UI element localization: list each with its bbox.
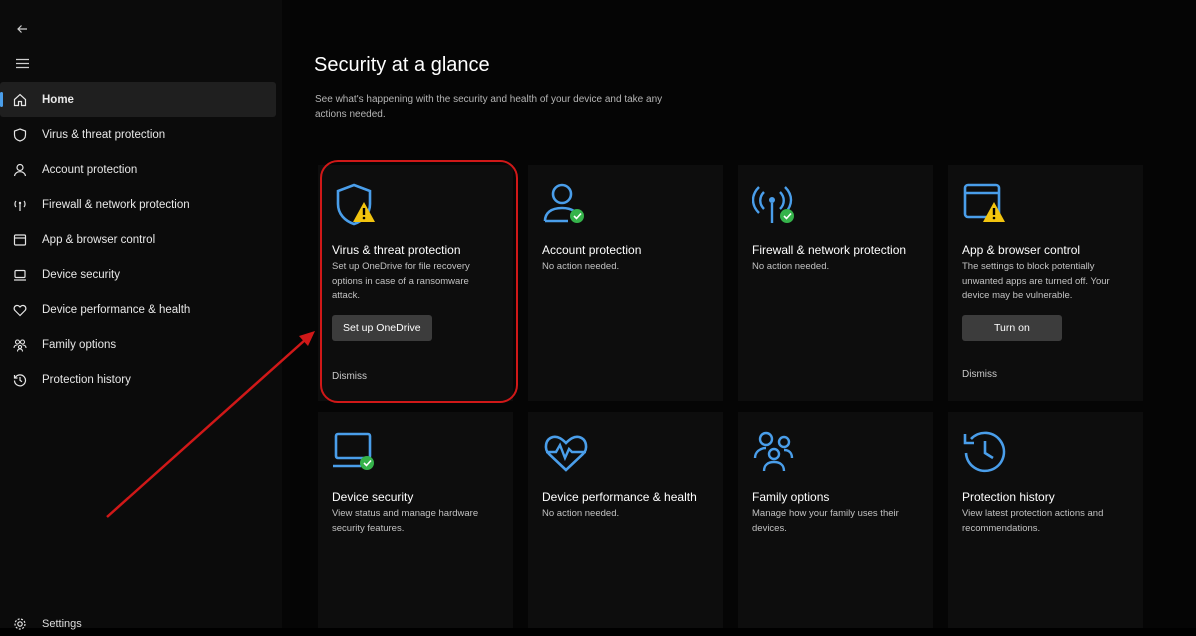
card-title: Device performance & health xyxy=(542,490,697,504)
settings-label: Settings xyxy=(42,618,82,630)
back-button[interactable] xyxy=(10,18,34,40)
card-title: Device security xyxy=(332,490,414,504)
sidebar-item-family-options[interactable]: Family options xyxy=(0,327,276,362)
card-description: The settings to block potentially unwant… xyxy=(962,261,1110,301)
card-family-options[interactable]: Family options Manage how your family us… xyxy=(738,412,933,628)
dismiss-link[interactable]: Dismiss xyxy=(962,369,1129,380)
card-description: View status and manage hardware security… xyxy=(332,508,479,534)
sidebar-item-label: Virus & threat protection xyxy=(42,128,166,141)
card-icon xyxy=(542,181,590,229)
heart-icon xyxy=(544,435,588,472)
card-icon xyxy=(332,428,380,476)
sidebar-item-label: Protection history xyxy=(42,373,131,386)
sidebar-item-label: Account protection xyxy=(42,163,138,176)
card-account-protection[interactable]: Account protection No action needed. xyxy=(528,165,723,401)
family-icon xyxy=(753,431,794,472)
home-icon xyxy=(12,92,28,108)
sidebar-item-label: Family options xyxy=(42,338,117,351)
card-description: Set up OneDrive for file recovery option… xyxy=(332,261,470,301)
turn-on-button[interactable]: Turn on xyxy=(962,314,1062,341)
dismiss-link[interactable]: Dismiss xyxy=(332,371,499,382)
sidebar-item-app-browser-control[interactable]: App & browser control xyxy=(0,222,276,257)
card-protection-history[interactable]: Protection history View latest protectio… xyxy=(948,412,1143,628)
sidebar: Home Virus & threat protection Account p… xyxy=(0,0,282,630)
warning-icon xyxy=(353,202,375,222)
card-virus-threat-protection[interactable]: Virus & threat protection Set up OneDriv… xyxy=(318,165,513,401)
sidebar-item-device-performance-health[interactable]: Device performance & health xyxy=(0,292,276,327)
sidebar-item-firewall-network-protection[interactable]: Firewall & network protection xyxy=(0,187,276,222)
warning-icon xyxy=(983,202,1005,222)
history-icon xyxy=(963,431,1006,473)
family-icon xyxy=(12,337,28,353)
gear-icon xyxy=(12,616,28,632)
card-app-browser-control[interactable]: App & browser control The settings to bl… xyxy=(948,165,1143,401)
check-badge-icon xyxy=(360,456,374,470)
card-icon xyxy=(751,181,800,229)
sidebar-item-device-security[interactable]: Device security xyxy=(0,257,276,292)
page-title: Security at a glance xyxy=(314,54,490,76)
history-icon xyxy=(12,372,28,388)
sidebar-item-label: Firewall & network protection xyxy=(42,198,190,211)
card-icon xyxy=(752,428,800,476)
card-description: No action needed. xyxy=(542,508,620,519)
card-description: No action needed. xyxy=(752,261,830,272)
page-subtitle: See what's happening with the security a… xyxy=(315,94,663,120)
sidebar-item-home[interactable]: Home xyxy=(0,82,276,117)
card-icon xyxy=(332,181,380,229)
card-title: Family options xyxy=(752,490,830,504)
back-arrow-icon xyxy=(17,25,27,33)
card-description: View latest protection actions and recom… xyxy=(962,508,1104,534)
browser-window-icon xyxy=(12,232,28,248)
card-icon xyxy=(962,181,1010,229)
menu-button[interactable] xyxy=(10,52,34,74)
card-icon xyxy=(542,428,590,476)
sidebar-item-label: App & browser control xyxy=(42,233,156,246)
person-icon xyxy=(543,183,575,223)
sidebar-nav: Home Virus & threat protection Account p… xyxy=(0,82,276,397)
sidebar-item-label: Device performance & health xyxy=(42,303,191,316)
card-firewall-network-protection[interactable]: Firewall & network protection No action … xyxy=(738,165,933,401)
sidebar-item-label: Device security xyxy=(42,268,120,281)
wifi-antenna-icon xyxy=(751,186,793,223)
check-badge-icon xyxy=(780,209,794,223)
card-title: Account protection xyxy=(542,243,642,257)
card-title: Virus & threat protection xyxy=(332,243,461,257)
card-title: Protection history xyxy=(962,490,1055,504)
laptop-icon xyxy=(333,432,372,468)
card-description: No action needed. xyxy=(542,261,620,272)
laptop-icon xyxy=(12,267,28,283)
set-up-onedrive-button[interactable]: Set up OneDrive xyxy=(332,314,432,341)
card-icon xyxy=(962,428,1010,476)
person-icon xyxy=(12,162,28,178)
shield-icon xyxy=(12,127,28,143)
check-badge-icon xyxy=(570,209,584,223)
card-device-security[interactable]: Device security View status and manage h… xyxy=(318,412,513,628)
sidebar-item-protection-history[interactable]: Protection history xyxy=(0,362,276,397)
sidebar-item-settings[interactable]: Settings xyxy=(0,612,276,636)
hamburger-icon xyxy=(15,58,29,68)
sidebar-item-label: Home xyxy=(42,93,74,106)
card-description: Manage how your family uses their device… xyxy=(752,508,899,534)
sidebar-item-account-protection[interactable]: Account protection xyxy=(0,152,276,187)
wifi-antenna-icon xyxy=(12,197,28,213)
card-title: App & browser control xyxy=(962,243,1081,257)
card-device-performance-health[interactable]: Device performance & health No action ne… xyxy=(528,412,723,628)
card-title: Firewall & network protection xyxy=(752,243,907,257)
sidebar-item-virus-threat-protection[interactable]: Virus & threat protection xyxy=(0,117,276,152)
heart-icon xyxy=(12,302,28,318)
